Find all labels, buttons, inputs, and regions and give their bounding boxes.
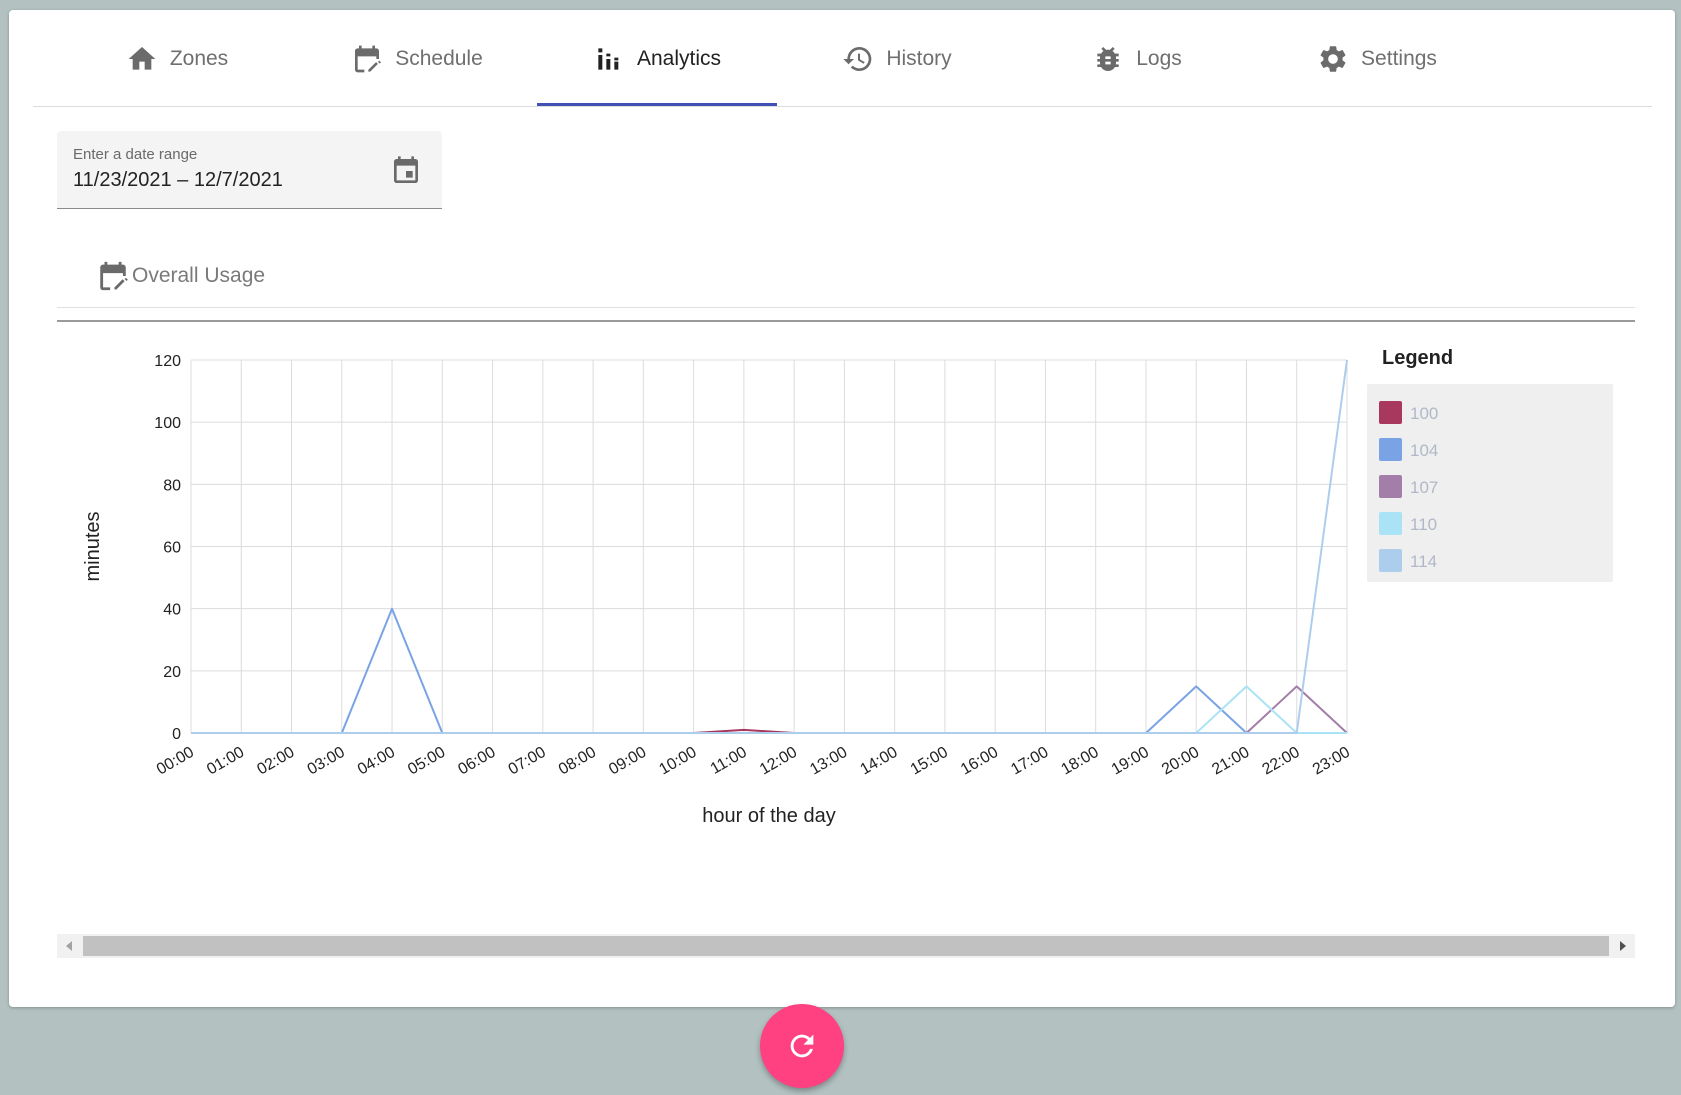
y-tick-label: 100: [154, 415, 181, 432]
x-tick-label: 21:00: [1209, 744, 1252, 779]
x-tick-label: 02:00: [254, 744, 297, 779]
main-card: Zones Schedule Analytics History Logs Se…: [9, 10, 1675, 1007]
refresh-button[interactable]: [760, 1004, 844, 1088]
x-axis-label: hour of the day: [702, 805, 835, 827]
x-tick-label: 06:00: [455, 744, 498, 779]
x-tick-label: 20:00: [1159, 744, 1202, 779]
tab-label: Logs: [1136, 46, 1182, 70]
legend-label: 110: [1410, 515, 1437, 534]
tab-label: Settings: [1361, 46, 1437, 70]
series-line-110: [191, 685, 1347, 734]
tab-history[interactable]: History: [777, 10, 1017, 107]
tab-settings[interactable]: Settings: [1257, 10, 1497, 107]
scroll-left-button[interactable]: [57, 934, 81, 958]
date-range-label: Enter a date range: [73, 146, 198, 163]
legend-label: 100: [1410, 404, 1438, 423]
x-tick-label: 08:00: [556, 744, 599, 779]
history-icon: [843, 46, 872, 71]
legend-swatch: [1379, 438, 1402, 461]
x-tick-label: 22:00: [1260, 744, 1303, 779]
y-tick-label: 60: [163, 540, 181, 557]
x-tick-label: 17:00: [1008, 744, 1051, 779]
date-range-field[interactable]: Enter a date range 11/23/2021 – 12/7/202…: [57, 131, 442, 209]
y-tick-label: 80: [163, 477, 181, 494]
tab-analytics[interactable]: Analytics: [537, 10, 777, 107]
calendar-edit-icon: [355, 45, 382, 72]
horizontal-scrollbar[interactable]: [57, 934, 1635, 958]
x-tick-label: 12:00: [757, 744, 800, 779]
tab-label: Analytics: [636, 46, 722, 70]
tab-bar: Zones Schedule Analytics History Logs Se…: [33, 10, 1652, 107]
calendar-icon: [394, 156, 418, 183]
legend-label: 114: [1410, 552, 1437, 571]
y-tick-label: 40: [163, 602, 181, 619]
x-tick-label: 15:00: [908, 744, 951, 779]
tab-label: Schedule: [395, 46, 483, 70]
overall-usage-label: Overall Usage: [132, 264, 266, 287]
y-tick-label: 20: [163, 664, 181, 681]
x-tick-label: 10:00: [656, 744, 699, 779]
tab-schedule[interactable]: Schedule: [297, 10, 537, 107]
x-tick-label: 04:00: [355, 744, 398, 779]
x-tick-label: 19:00: [1109, 744, 1152, 779]
active-tab-indicator: [537, 103, 777, 106]
legend-label: 104: [1410, 441, 1438, 460]
date-range-value[interactable]: 11/23/2021 – 12/7/2021: [73, 169, 283, 192]
y-tick-label: 120: [154, 353, 181, 370]
tab-logs[interactable]: Logs: [1017, 10, 1257, 107]
refresh-icon: [790, 1034, 814, 1058]
x-tick-label: 11:00: [708, 744, 750, 778]
tab-label: Zones: [169, 46, 229, 70]
tab-zones[interactable]: Zones: [57, 10, 297, 107]
scroll-thumb[interactable]: [83, 936, 1609, 956]
triangle-right-icon: [1620, 941, 1626, 951]
x-tick-label: 00:00: [154, 744, 197, 779]
x-tick-label: 07:00: [506, 744, 549, 779]
analytics-icon: [598, 47, 619, 70]
triangle-left-icon: [66, 941, 72, 951]
x-tick-label: 16:00: [958, 744, 1001, 779]
x-tick-label: 14:00: [857, 744, 900, 779]
x-tick-label: 05:00: [405, 744, 448, 779]
usage-chart-svg: 0 20 40 60 80 100 120 00:00 01:00 02:00 03:00 04:00…: [82, 347, 1613, 827]
x-tick-label: 01:00: [204, 744, 247, 779]
legend-title: Legend: [1382, 347, 1453, 369]
tab-label: History: [886, 46, 952, 70]
legend-label: 107: [1410, 478, 1438, 497]
scroll-right-button[interactable]: [1611, 934, 1635, 958]
series-line-107: [191, 685, 1348, 734]
subtab-divider: [57, 307, 1635, 308]
date-picker-button[interactable]: [390, 155, 422, 187]
legend-swatch: [1379, 475, 1402, 498]
overall-usage-tab[interactable]: Overall Usage: [96, 256, 265, 296]
usage-chart: 0 20 40 60 80 100 120 00:00 01:00 02:00 03:00 04:00…: [57, 320, 1635, 968]
home-icon: [128, 46, 156, 70]
x-tick-label: 09:00: [606, 744, 649, 779]
legend-swatch: [1379, 512, 1402, 535]
x-tick-label: 23:00: [1310, 744, 1353, 779]
legend-swatch: [1379, 549, 1402, 572]
legend-box: [1367, 384, 1613, 582]
bug-icon: [1097, 46, 1119, 71]
x-tick-label: 13:00: [807, 744, 850, 779]
x-tick-label: 03:00: [305, 744, 348, 779]
calendar-edit-icon: [100, 261, 128, 291]
legend-swatch: [1379, 401, 1402, 424]
y-axis-label: minutes: [82, 511, 104, 581]
x-tick-label: 18:00: [1059, 744, 1102, 779]
gear-icon: [1320, 45, 1346, 72]
y-tick-label: 0: [172, 726, 181, 743]
